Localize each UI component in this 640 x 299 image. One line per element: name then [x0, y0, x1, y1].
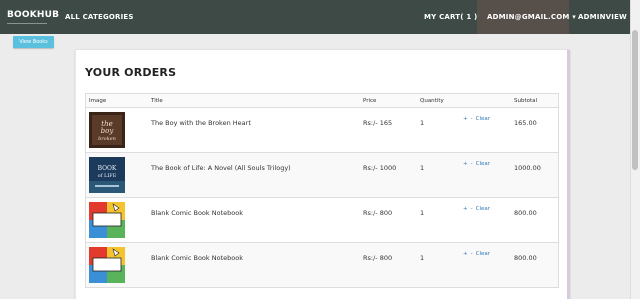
quantity-controls: + - Clear [463, 161, 493, 167]
increase-button[interactable]: + [463, 206, 468, 212]
book-price: Rs:/- 800 [363, 254, 393, 262]
quantity-controls: + - Clear [463, 116, 493, 122]
book-title: Blank Comic Book Notebook [151, 254, 243, 262]
header-title: Title [151, 98, 163, 104]
book-price: Rs:/- 165 [363, 119, 393, 127]
quantity-controls: + - Clear [463, 206, 493, 212]
decrease-button[interactable]: - [471, 251, 473, 257]
decrease-button[interactable]: - [471, 161, 473, 167]
book-subtotal: 800.00 [514, 254, 537, 262]
book-title: The Boy with the Broken Heart [151, 119, 251, 127]
brand-underline [7, 23, 47, 24]
clear-button[interactable]: Clear [476, 251, 490, 257]
page-scrollbar-thumb[interactable] [632, 30, 638, 170]
book-cover-book-of-life[interactable]: BOOK of LIFE [89, 157, 125, 193]
table-header: Image Title Price Quantity Subtotal [85, 93, 559, 108]
book-cover-broken-heart[interactable]: the boy broken [89, 112, 125, 148]
user-email-text: ADMIN@GMAIL.COM [487, 13, 570, 21]
svg-text:broken: broken [98, 136, 116, 142]
book-quantity: 1 [420, 164, 425, 172]
header-image: Image [89, 98, 107, 104]
book-quantity: 1 [420, 119, 425, 127]
clear-button[interactable]: Clear [476, 161, 490, 167]
decrease-button[interactable]: - [471, 206, 473, 212]
nav-user-email[interactable]: ADMIN@GMAIL.COM ▾ [487, 13, 576, 21]
nav-adminview[interactable]: ADMINVIEW [578, 13, 627, 21]
header-quantity: Quantity [420, 98, 444, 104]
table-row: Blank Comic Book Notebook Rs:/- 800 1 + -… [85, 198, 559, 243]
clear-button[interactable]: Clear [476, 206, 490, 212]
orders-table: Image Title Price Quantity Subtotal the … [85, 93, 559, 288]
book-cover-comic-notebook[interactable] [89, 247, 125, 283]
table-row: Blank Comic Book Notebook Rs:/- 800 1 + -… [85, 243, 559, 288]
book-title: The Book of Life: A Novel (All Souls Tri… [151, 164, 291, 172]
clear-button[interactable]: Clear [476, 116, 490, 122]
increase-button[interactable]: + [463, 251, 468, 257]
table-row: BOOK of LIFE The Book of Life: A Novel (… [85, 153, 559, 198]
book-quantity: 1 [420, 254, 425, 262]
page-title: YOUR ORDERS [85, 66, 177, 79]
book-price: Rs:/- 1000 [363, 164, 397, 172]
brand-logo[interactable]: BOOKHUB [7, 10, 59, 20]
book-price: Rs:/- 800 [363, 209, 393, 217]
chevron-down-icon: ▾ [572, 13, 576, 21]
nav-all-categories[interactable]: ALL CATEGORIES [65, 13, 134, 21]
decrease-button[interactable]: - [471, 116, 473, 122]
book-subtotal: 165.00 [514, 119, 537, 127]
increase-button[interactable]: + [463, 161, 468, 167]
header-subtotal: Subtotal [514, 98, 538, 104]
nav-my-cart[interactable]: MY CART( 1 ) [424, 13, 477, 21]
book-quantity: 1 [420, 209, 425, 217]
book-subtotal: 1000.00 [514, 164, 541, 172]
svg-text:of LIFE: of LIFE [98, 173, 117, 179]
header-price: Price [363, 98, 377, 104]
book-cover-comic-notebook[interactable] [89, 202, 125, 238]
svg-text:BOOK: BOOK [98, 165, 117, 172]
book-subtotal: 800.00 [514, 209, 537, 217]
quantity-controls: + - Clear [463, 251, 493, 257]
book-title: Blank Comic Book Notebook [151, 209, 243, 217]
svg-text:boy: boy [101, 127, 115, 135]
increase-button[interactable]: + [463, 116, 468, 122]
view-books-button[interactable]: View Books [13, 36, 54, 48]
table-row: the boy broken The Boy with the Broken H… [85, 108, 559, 153]
